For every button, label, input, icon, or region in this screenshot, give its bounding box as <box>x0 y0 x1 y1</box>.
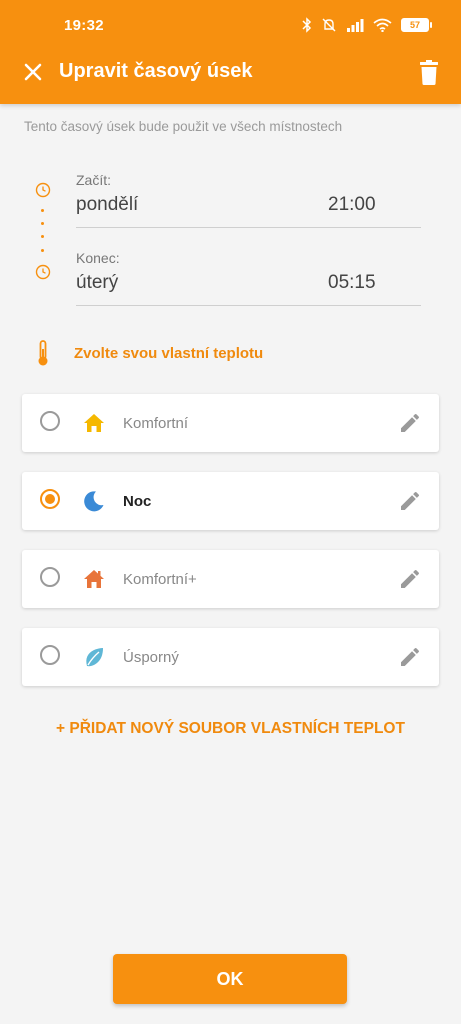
trash-icon <box>420 60 438 85</box>
close-icon <box>24 63 42 81</box>
moon-icon <box>84 491 104 512</box>
pencil-icon[interactable] <box>398 489 422 513</box>
end-day[interactable]: úterý <box>76 272 118 294</box>
status-bar: 19:32 57 <box>0 0 461 50</box>
pencil-icon[interactable] <box>398 411 422 435</box>
battery-icon: 57 <box>401 18 432 32</box>
timeline-dot <box>41 222 44 225</box>
wifi-icon <box>373 18 392 32</box>
delete-button[interactable] <box>415 57 443 87</box>
pencil-icon[interactable] <box>398 567 422 591</box>
radio-button[interactable] <box>40 645 60 665</box>
status-icons: 57 <box>302 14 432 36</box>
start-clock-icon <box>35 182 51 198</box>
mode-card-komfortni[interactable]: Komfortní <box>22 394 439 452</box>
bluetooth-icon <box>302 17 312 33</box>
toolbar: Upravit časový úsek <box>0 50 461 104</box>
mode-label: Komfortní <box>123 415 189 432</box>
mode-card-usporny[interactable]: Úsporný <box>22 628 439 686</box>
timeline-dot <box>41 209 44 212</box>
mode-card-komfortni-plus[interactable]: Komfortní+ <box>22 550 439 608</box>
house-icon <box>84 414 104 432</box>
custom-temperature-link[interactable]: Zvolte svou vlastní teplotu <box>36 339 263 367</box>
mode-label: Komfortní+ <box>123 571 197 588</box>
ok-button[interactable]: OK <box>113 954 347 1004</box>
subtitle: Tento časový úsek bude použit ve všech m… <box>24 119 343 134</box>
start-day[interactable]: pondělí <box>76 194 138 216</box>
signal-icon <box>347 19 364 32</box>
timeline-dot <box>41 235 44 238</box>
start-label: Začít: <box>76 172 112 188</box>
timeline-dot <box>41 249 44 252</box>
page-title: Upravit časový úsek <box>59 60 253 82</box>
radio-button[interactable] <box>40 411 60 431</box>
close-button[interactable] <box>20 58 48 86</box>
end-underline <box>76 305 421 306</box>
house-plus-icon <box>84 570 104 588</box>
add-custom-temperature-set-link[interactable]: + PŘIDAT NOVÝ SOUBOR VLASTNÍCH TEPLOT <box>0 720 461 738</box>
end-label: Konec: <box>76 250 120 266</box>
mute-icon <box>322 18 336 32</box>
start-underline <box>76 227 421 228</box>
status-time: 19:32 <box>64 17 104 34</box>
mode-card-noc[interactable]: Noc <box>22 472 439 530</box>
leaf-icon <box>86 648 103 667</box>
start-time[interactable]: 21:00 <box>328 194 376 216</box>
end-clock-icon <box>35 264 51 280</box>
radio-button-selected[interactable] <box>40 489 60 509</box>
custom-temperature-label: Zvolte svou vlastní teplotu <box>74 344 264 362</box>
radio-button[interactable] <box>40 567 60 587</box>
app-header: 19:32 57 Upravit časový úsek <box>0 0 461 104</box>
thermometer-icon <box>38 340 48 366</box>
mode-label: Noc <box>123 493 152 510</box>
mode-label: Úsporný <box>123 649 179 666</box>
pencil-icon[interactable] <box>398 645 422 669</box>
end-time[interactable]: 05:15 <box>328 272 376 294</box>
